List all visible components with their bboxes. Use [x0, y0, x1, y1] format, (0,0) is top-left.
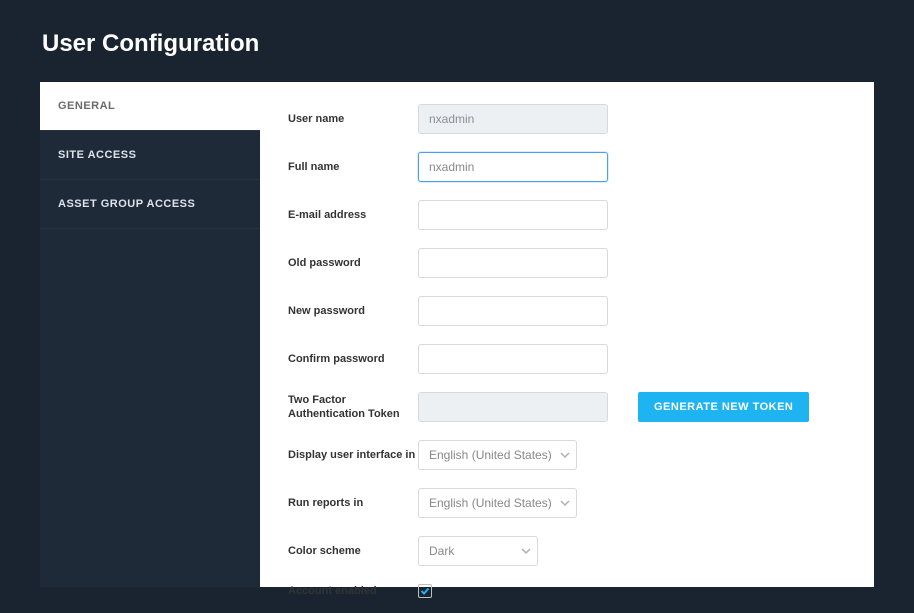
- sidebar: GENERAL SITE ACCESS ASSET GROUP ACCESS: [40, 82, 260, 587]
- color-scheme-label: Color scheme: [288, 544, 418, 558]
- reports-select[interactable]: English (United States): [418, 488, 577, 518]
- sidebar-item-asset-group-access[interactable]: ASSET GROUP ACCESS: [40, 180, 260, 229]
- color-scheme-select[interactable]: Dark: [418, 536, 538, 566]
- color-scheme-value: Dark: [429, 544, 462, 558]
- reports-value: English (United States): [429, 496, 560, 510]
- generate-new-token-button[interactable]: GENERATE NEW TOKEN: [638, 392, 809, 422]
- old-password-label: Old password: [288, 256, 418, 270]
- sidebar-item-label: GENERAL: [58, 100, 115, 112]
- username-label: User name: [288, 112, 418, 126]
- old-password-field[interactable]: [418, 248, 608, 278]
- email-label: E-mail address: [288, 208, 418, 222]
- sidebar-item-label: ASSET GROUP ACCESS: [58, 198, 195, 210]
- reports-label: Run reports in: [288, 496, 418, 510]
- display-ui-value: English (United States): [429, 448, 560, 462]
- confirm-password-field[interactable]: [418, 344, 608, 374]
- chevron-down-icon: [521, 546, 531, 556]
- sidebar-item-general[interactable]: GENERAL: [40, 82, 260, 131]
- content-general: User name Full name E-mail address Old p…: [260, 82, 874, 587]
- new-password-field[interactable]: [418, 296, 608, 326]
- confirm-password-label: Confirm password: [288, 352, 418, 366]
- display-ui-select[interactable]: English (United States): [418, 440, 577, 470]
- email-field[interactable]: [418, 200, 608, 230]
- main-panel: GENERAL SITE ACCESS ASSET GROUP ACCESS U…: [40, 82, 874, 587]
- twofa-label: Two Factor Authentication Token: [288, 393, 418, 422]
- fullname-label: Full name: [288, 160, 418, 174]
- chevron-down-icon: [560, 498, 570, 508]
- page-title: User Configuration: [0, 0, 914, 82]
- account-enabled-checkbox[interactable]: [418, 584, 432, 598]
- new-password-label: New password: [288, 304, 418, 318]
- display-ui-label: Display user interface in: [288, 448, 418, 462]
- twofa-token-field: [418, 392, 608, 422]
- account-enabled-label: Account enabled: [288, 584, 418, 598]
- sidebar-item-label: SITE ACCESS: [58, 149, 136, 161]
- fullname-field[interactable]: [418, 152, 608, 182]
- check-icon: [420, 586, 430, 596]
- sidebar-item-site-access[interactable]: SITE ACCESS: [40, 131, 260, 180]
- username-field[interactable]: [418, 104, 608, 134]
- chevron-down-icon: [560, 450, 570, 460]
